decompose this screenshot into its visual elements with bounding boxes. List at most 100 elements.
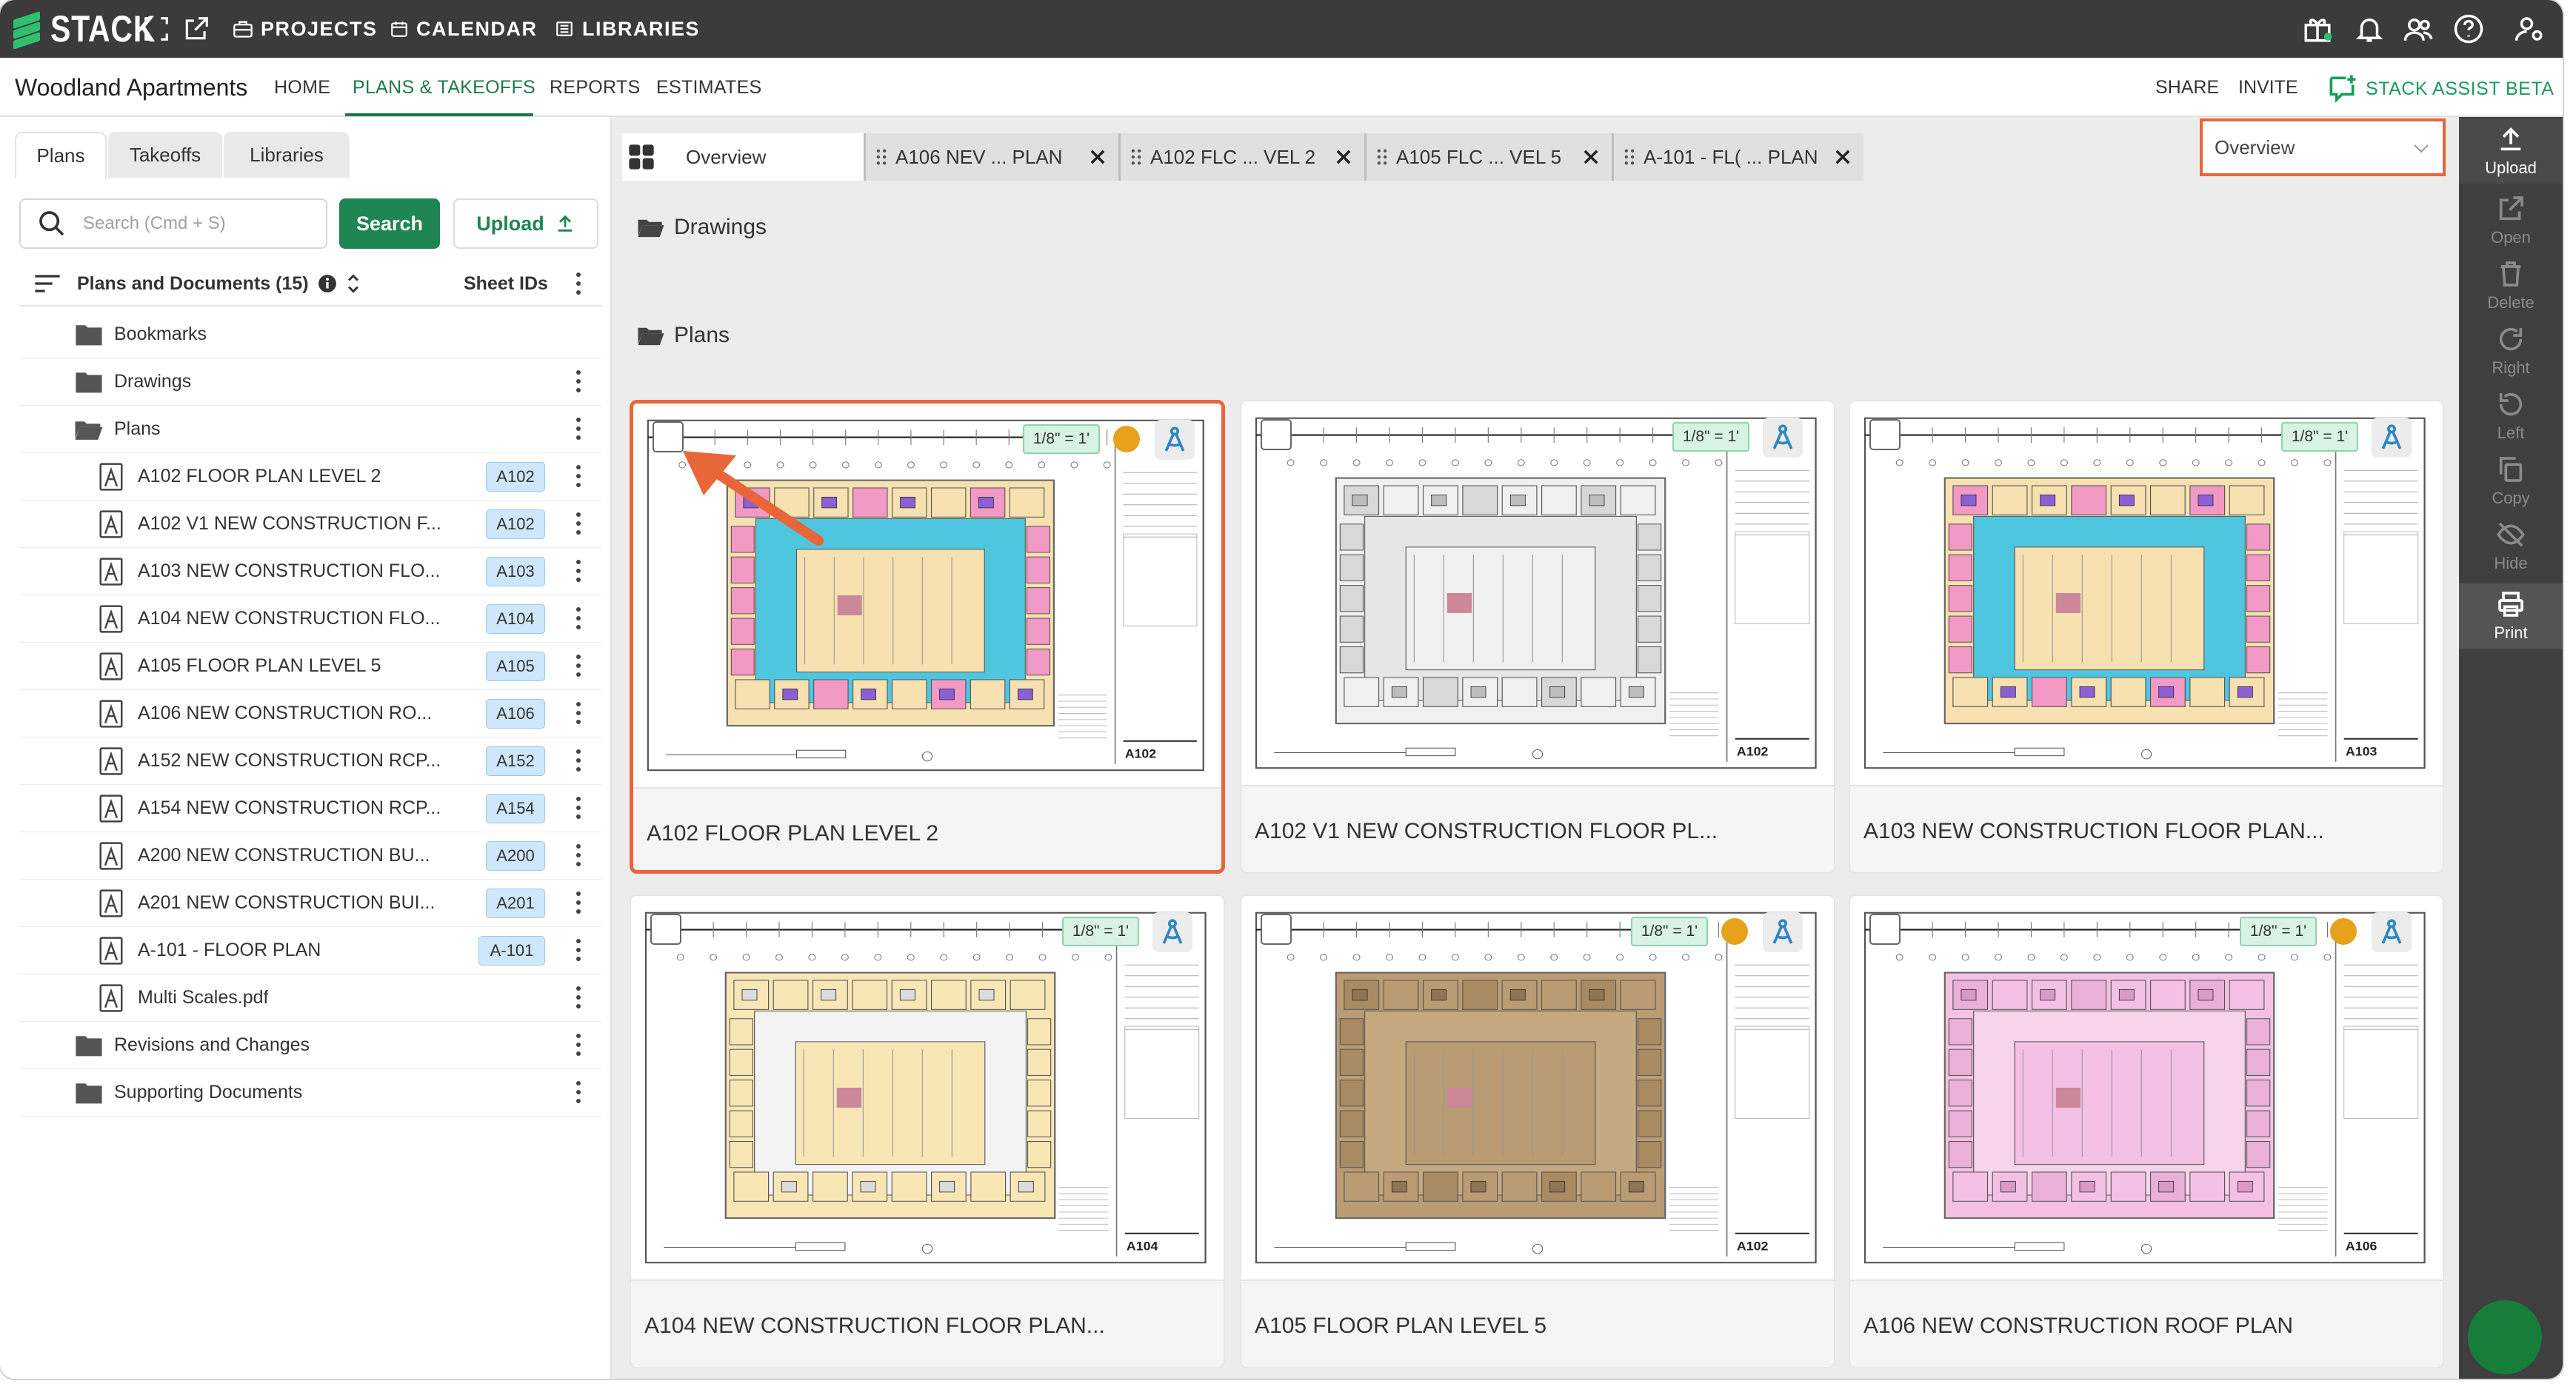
sheet-id-badge[interactable]: A104 — [486, 604, 545, 634]
tree-plan-row[interactable]: A105 FLOOR PLAN LEVEL 5 A105 — [19, 643, 601, 690]
takeoff-button[interactable] — [1152, 912, 1192, 952]
sheet-id-badge[interactable]: A106 — [486, 699, 545, 729]
row-menu-icon[interactable] — [576, 655, 582, 678]
rail-delete-button[interactable]: Delete — [2459, 253, 2563, 318]
external-link-icon[interactable] — [182, 15, 210, 43]
share-link[interactable]: SHARE — [2155, 77, 2219, 98]
tree-folder-row[interactable]: Bookmarks — [19, 311, 601, 358]
tab-takeoffs[interactable]: Takeoffs — [108, 132, 222, 178]
gift-icon[interactable] — [2302, 13, 2333, 44]
help-icon[interactable] — [2453, 13, 2484, 44]
close-icon[interactable] — [1087, 147, 1108, 167]
plan-thumbnail[interactable]: A102 — [1241, 896, 1834, 1281]
rail-print-button[interactable]: Print — [2459, 583, 2563, 649]
scale-badge[interactable]: 1/8" = 1' — [2281, 422, 2358, 452]
plan-card[interactable]: A104 1/8" = 1' A104 NEW CONSTRUCTION FLOOR… — [630, 894, 1225, 1368]
tab-document[interactable]: A106 NEV ... PLAN — [864, 133, 1118, 181]
sheet-id-badge[interactable]: A102 — [486, 509, 545, 539]
user-settings-icon[interactable] — [2514, 13, 2545, 44]
project-title[interactable]: Woodland Apartments — [15, 74, 247, 101]
tree-header-menu-icon[interactable] — [576, 272, 582, 296]
rail-hide-button[interactable]: Hide — [2459, 514, 2563, 579]
tab-libraries[interactable]: Libraries — [224, 132, 350, 178]
select-checkbox[interactable] — [653, 421, 684, 452]
stack-assist-button[interactable]: STACK ASSIST BETA — [2326, 73, 2554, 105]
plan-thumbnail[interactable]: A102 — [1241, 401, 1834, 786]
select-checkbox[interactable] — [1261, 419, 1292, 450]
tree-plan-row[interactable]: A102 V1 NEW CONSTRUCTION F... A102 — [19, 501, 601, 548]
row-menu-icon[interactable] — [576, 1081, 582, 1105]
view-select[interactable]: Overview — [2200, 118, 2446, 176]
tab-document[interactable]: A-101 - FL( ... PLAN — [1612, 133, 1863, 181]
tree-plan-row[interactable]: A152 NEW CONSTRUCTION RCP... A152 — [19, 737, 601, 785]
sheet-id-badge[interactable]: A152 — [486, 746, 545, 776]
section-drawings[interactable]: Drawings — [637, 215, 767, 240]
nav-projects[interactable]: PROJECTS — [233, 0, 378, 58]
tab-document[interactable]: A105 FLC ... VEL 5 — [1364, 133, 1612, 181]
sheet-ids-label[interactable]: Sheet IDs — [464, 273, 548, 295]
sheet-id-badge[interactable]: A200 — [486, 841, 545, 871]
users-icon[interactable] — [2403, 13, 2434, 44]
project-nav-estimates[interactable]: ESTIMATES — [656, 77, 762, 98]
tree-folder-row[interactable]: Plans — [19, 406, 601, 453]
row-menu-icon[interactable] — [576, 607, 582, 631]
close-icon[interactable] — [1333, 147, 1354, 167]
takeoff-button[interactable] — [1763, 912, 1803, 952]
sheet-id-badge[interactable]: A201 — [486, 889, 545, 918]
tree-plan-row[interactable]: A102 FLOOR PLAN LEVEL 2 A102 — [19, 453, 601, 501]
nav-libraries[interactable]: LIBRARIES — [554, 0, 700, 58]
plan-thumbnail[interactable]: A104 — [631, 896, 1224, 1281]
tree-folder-row[interactable]: Revisions and Changes — [19, 1022, 601, 1069]
rail-upload-button[interactable]: Upload — [2459, 118, 2563, 184]
project-nav-home[interactable]: HOME — [274, 77, 330, 98]
tree-plan-row[interactable]: Multi Scales.pdf — [19, 974, 601, 1022]
project-nav-plans-takeoffs[interactable]: PLANS & TAKEOFFS — [353, 77, 535, 98]
takeoff-button[interactable] — [1155, 420, 1195, 460]
takeoff-button[interactable] — [1763, 418, 1803, 458]
chat-bubble-button[interactable] — [2468, 1300, 2542, 1374]
scale-badge[interactable]: 1/8" = 1' — [1672, 422, 1749, 452]
invite-link[interactable]: INVITE — [2238, 77, 2298, 98]
drag-handle-icon[interactable] — [1624, 149, 1635, 165]
project-nav-reports[interactable]: REPORTS — [550, 77, 641, 98]
rail-left-button[interactable]: Left — [2459, 384, 2563, 449]
rail-open-button[interactable]: Open — [2459, 188, 2563, 253]
sort-toggle-icon[interactable] — [346, 272, 361, 295]
row-menu-icon[interactable] — [576, 844, 582, 868]
search-button[interactable]: Search — [339, 198, 440, 249]
tab-overview[interactable]: Overview — [622, 133, 864, 181]
search-input[interactable] — [83, 213, 320, 234]
tree-plan-row[interactable]: A-101 - FLOOR PLAN A-101 — [19, 927, 601, 974]
drag-handle-icon[interactable] — [1131, 149, 1141, 165]
tree-plan-row[interactable]: A154 NEW CONSTRUCTION RCP... A154 — [19, 785, 601, 832]
row-menu-icon[interactable] — [576, 891, 582, 915]
tree-plan-row[interactable]: A104 NEW CONSTRUCTION FLO... A104 — [19, 595, 601, 643]
takeoff-button[interactable] — [2372, 418, 2412, 458]
row-menu-icon[interactable] — [576, 560, 582, 583]
plan-thumbnail[interactable]: A103 — [1850, 401, 2443, 786]
sheet-id-badge[interactable]: A154 — [486, 794, 545, 823]
plan-thumbnail[interactable]: A106 — [1850, 896, 2443, 1281]
nav-calendar[interactable]: CALENDAR — [390, 0, 538, 58]
tree-plan-row[interactable]: A106 NEW CONSTRUCTION RO... A106 — [19, 690, 601, 737]
tab-document[interactable]: A102 FLC ... VEL 2 — [1118, 133, 1364, 181]
row-menu-icon[interactable] — [576, 986, 582, 1010]
rail-copy-button[interactable]: Copy — [2459, 449, 2563, 514]
rail-right-button[interactable]: Right — [2459, 318, 2563, 384]
scale-badge[interactable]: 1/8" = 1' — [2240, 917, 2317, 946]
info-icon[interactable] — [318, 274, 337, 293]
row-menu-icon[interactable] — [576, 1034, 582, 1057]
sheet-id-badge[interactable]: A-101 — [478, 936, 545, 966]
upload-button[interactable]: Upload — [453, 198, 598, 249]
plan-card[interactable]: A103 1/8" = 1' A103 NEW CONSTRUCTION FLOOR… — [1849, 400, 2444, 874]
sort-lines-icon[interactable] — [33, 272, 62, 295]
row-menu-icon[interactable] — [576, 418, 582, 441]
fullscreen-icon[interactable] — [142, 15, 170, 43]
row-menu-icon[interactable] — [576, 512, 582, 536]
scale-badge[interactable]: 1/8" = 1' — [1023, 424, 1100, 454]
drag-handle-icon[interactable] — [876, 149, 887, 165]
drag-handle-icon[interactable] — [1377, 149, 1387, 165]
row-menu-icon[interactable] — [576, 702, 582, 726]
tree-plan-row[interactable]: A103 NEW CONSTRUCTION FLO... A103 — [19, 548, 601, 595]
takeoff-button[interactable] — [2372, 912, 2412, 952]
